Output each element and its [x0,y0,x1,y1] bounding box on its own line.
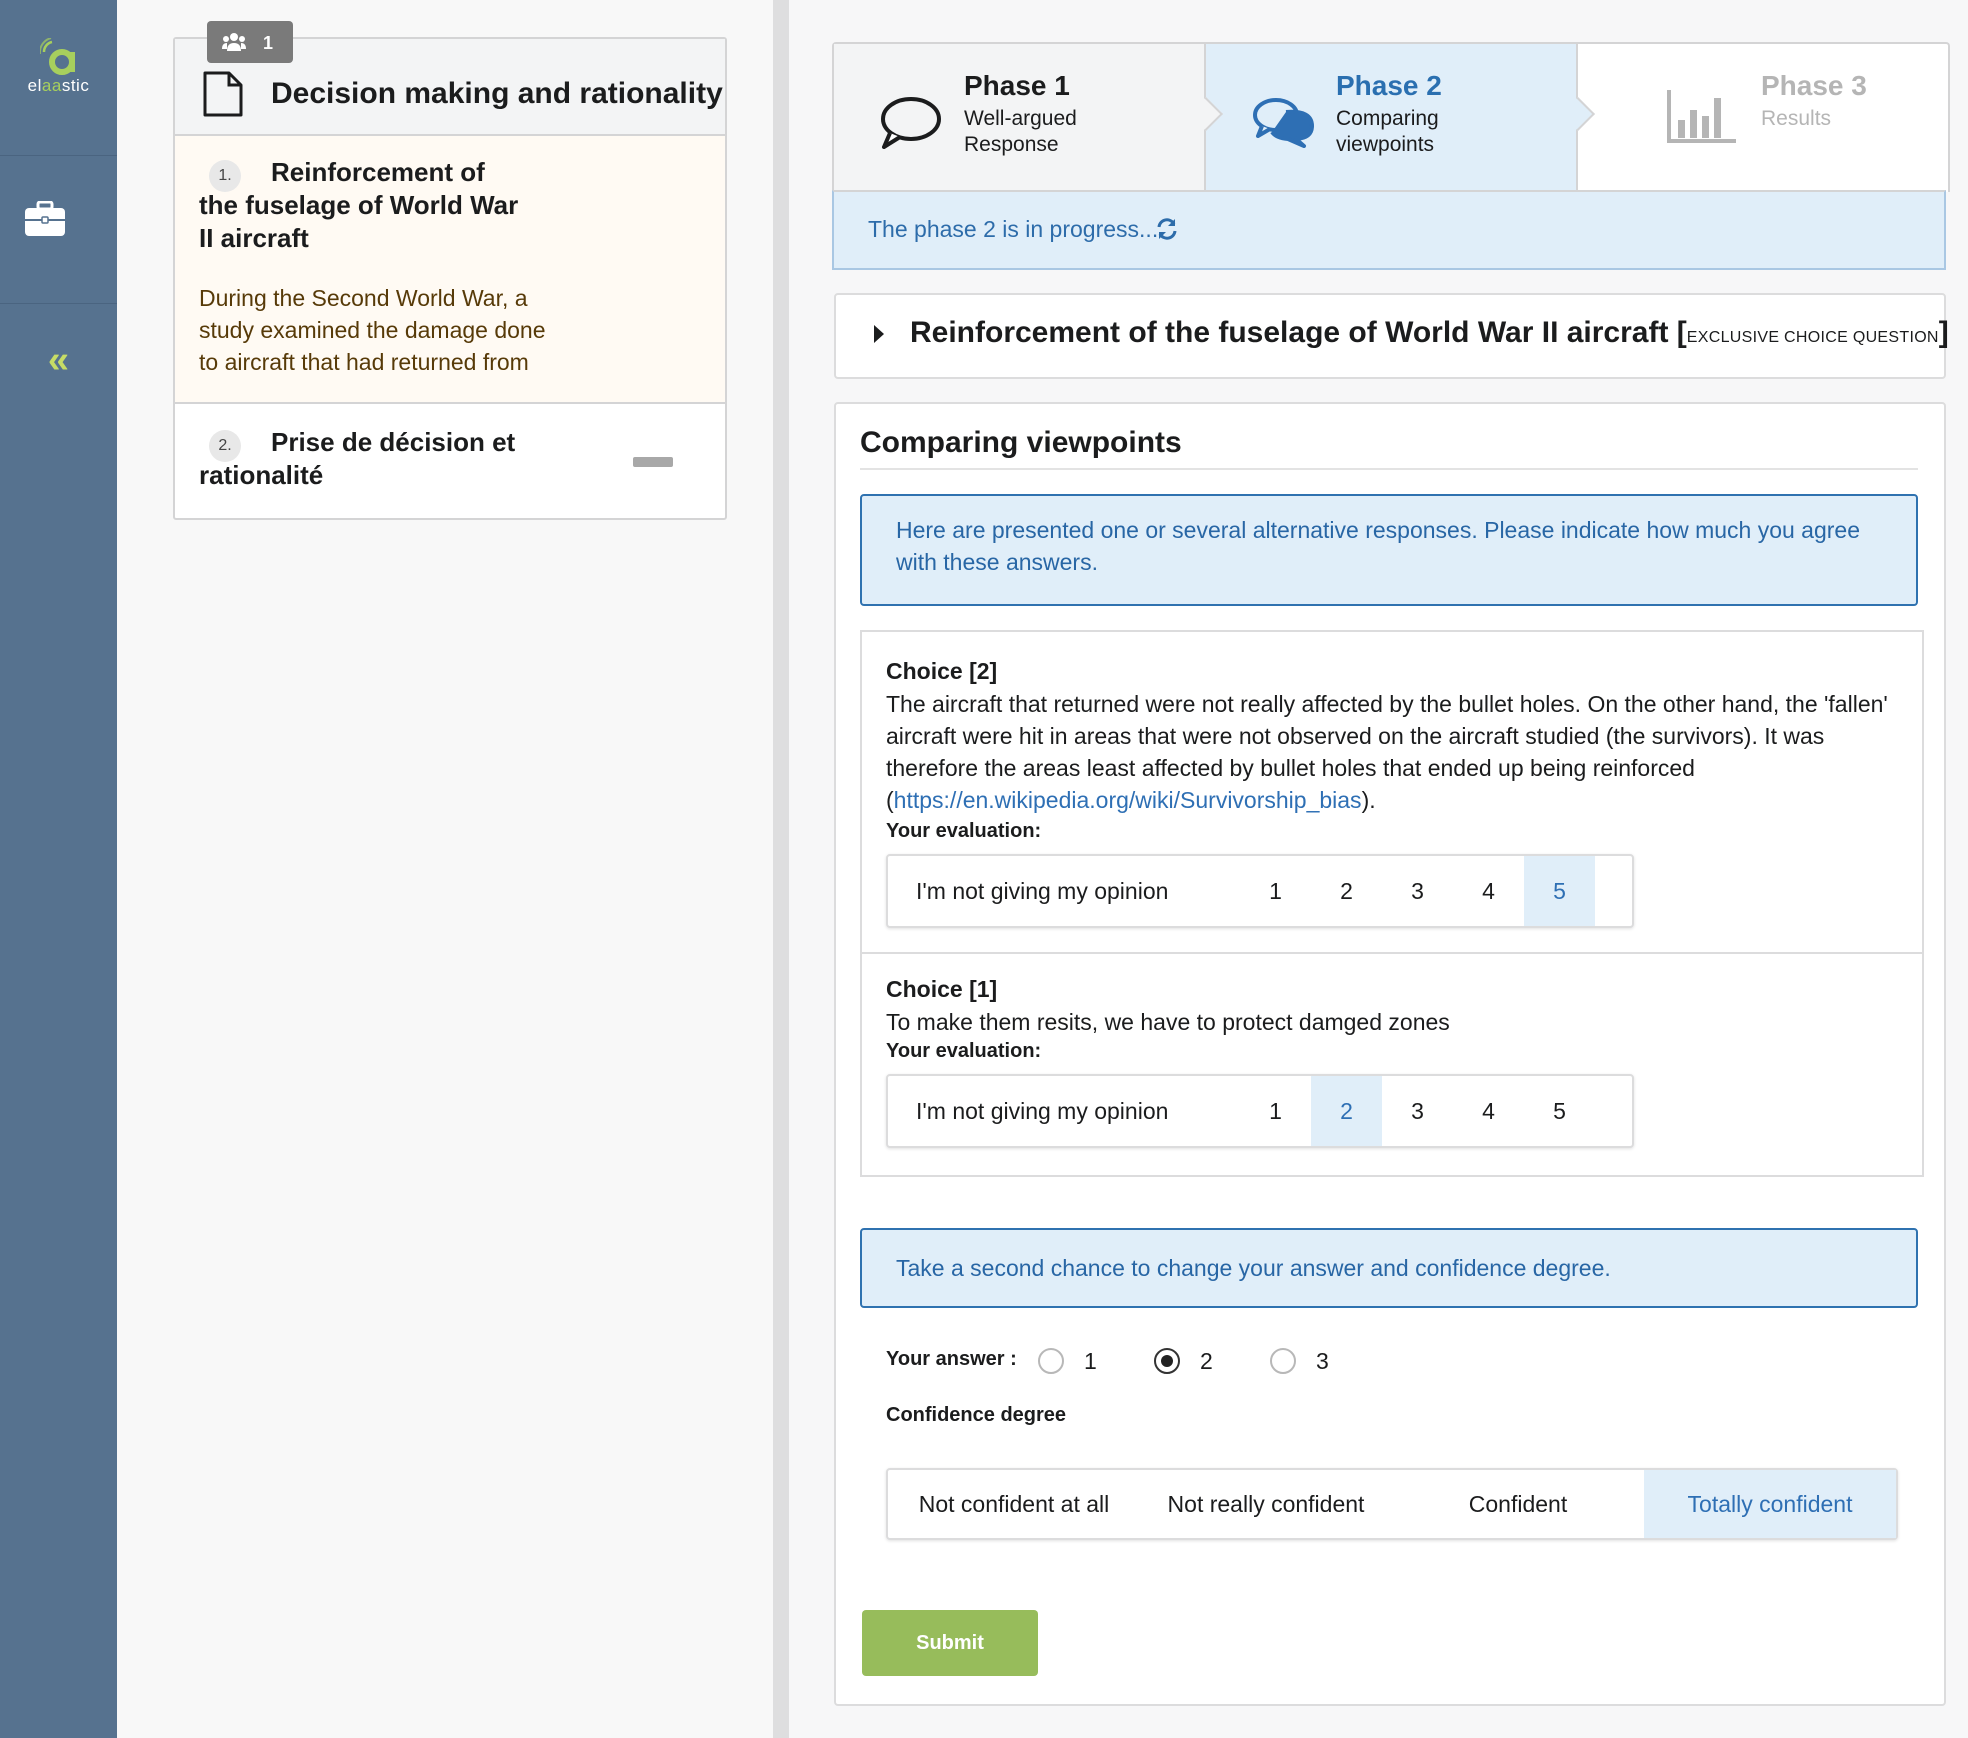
confidence-option[interactable]: Not really confident [1140,1470,1392,1538]
scale-option-no-opinion[interactable]: I'm not giving my opinion [888,1076,1240,1146]
section-divider [860,468,1918,470]
evaluation-scale: I'm not giving my opinion 1 2 3 4 5 [886,854,1634,928]
choice-item: Choice [1] To make them resits, we have … [862,952,1922,1175]
sequence-card: 1 Decision making and rationality 1. Rei… [173,21,727,520]
phase-subtitle: Results [1761,107,1832,130]
scale-option-1[interactable]: 1 [1240,856,1311,926]
sidebar-item-tools[interactable] [0,155,117,304]
users-icon [222,33,246,51]
scale-option-5[interactable]: 5 [1524,856,1595,926]
choice-text: The aircraft that returned were not real… [886,691,1888,813]
choice-item: Choice [2] The aircraft that returned we… [862,632,1922,954]
sequence-item-1[interactable]: 1. Reinforcement of the fuselage of Worl… [175,136,725,404]
question-accordion[interactable]: Reinforcement of the fuselage of World W… [834,293,1949,379]
confidence-option[interactable]: Not confident at all [888,1470,1140,1538]
briefcase-icon [25,201,65,236]
phase-subtitle: Well-argued Response [964,107,1077,156]
evaluation-label: Your evaluation: [886,820,1042,842]
answer-radio-3[interactable] [1270,1348,1296,1374]
second-chance-text: Take a second chance to change your answ… [896,1255,1611,1281]
item-title: Reinforcement of the fuselage of World W… [199,157,519,253]
scale-option-no-opinion[interactable]: I'm not giving my opinion [888,856,1240,926]
evaluation-label: Your evaluation: [886,1040,1042,1062]
wikipedia-link[interactable]: https://en.wikipedia.org/wiki/Survivorsh… [894,787,1362,813]
choice-title: Choice [1] [886,976,998,1002]
confidence-option[interactable]: Confident [1392,1470,1644,1538]
sequence-header: 1 Decision making and rationality [175,21,725,136]
evaluation-scale: I'm not giving my opinion 1 2 3 4 5 [886,1074,1634,1148]
sequence-item-2[interactable]: 2. Prise de décision et rationalité [175,404,725,518]
answer-radio-label: 1 [1084,1348,1097,1374]
answer-radio-label: 3 [1316,1348,1329,1374]
chat-bubbles-icon [1253,98,1314,148]
phase-title: Phase 2 [1336,70,1442,101]
item-description: During the Second World War, a study exa… [199,285,546,375]
answer-radio-label: 2 [1200,1348,1213,1374]
phase-step-2[interactable]: Phase 2 Comparing viewpoints [1206,44,1595,192]
document-icon [203,71,243,117]
choice-text: To make them resits, we have to protect … [886,1009,1450,1035]
scale-option-4[interactable]: 4 [1453,856,1524,926]
instructions-text: Here are presented one or several altern… [896,517,1861,575]
logo-text: elaastic [27,76,90,95]
phase-steps: Phase 1 Well-argued Response Phase 2 Com… [832,42,1950,192]
confidence-option-selected[interactable]: Totally confident [1644,1470,1896,1538]
section-title: Comparing viewpoints [860,426,1182,459]
scale-option-3[interactable]: 3 [1382,1076,1453,1146]
phase-status-banner: The phase 2 is in progress... [832,190,1946,270]
item-title: Prise de décision et rationalité [199,427,516,490]
caret-right-icon[interactable] [874,325,884,343]
confidence-label: Confidence degree [886,1404,1067,1426]
learners-badge: 1 [207,21,293,63]
logo[interactable]: elaastic [0,0,117,156]
logo-mark-icon [40,38,75,75]
answer-radio-2[interactable] [1154,1348,1180,1374]
sequence-title: Decision making and rationality [271,77,723,110]
double-chevron-left-icon[interactable]: « [0,340,117,380]
phase-title: Phase 1 [964,70,1070,101]
phase-step-1[interactable]: Phase 1 Well-argued Response [834,44,1223,192]
instructions-box: Here are presented one or several altern… [860,494,1918,606]
answer-radio-1[interactable] [1038,1348,1064,1374]
phase-step-3[interactable]: Phase 3 Results [1578,44,1948,192]
scale-option-4[interactable]: 4 [1453,1076,1524,1146]
scale-option-1[interactable]: 1 [1240,1076,1311,1146]
app-rail: elaastic « [0,0,117,1738]
scale-option-2[interactable]: 2 [1311,856,1382,926]
choice-title: Choice [2] [886,658,998,684]
second-chance-box: Take a second chance to change your answ… [860,1228,1918,1308]
panel-divider[interactable] [773,0,789,1738]
choices-list: Choice [2] The aircraft that returned we… [860,630,1924,1177]
answer-label: Your answer : [886,1348,1017,1370]
submit-button[interactable]: Submit [862,1610,1038,1676]
scale-option-2[interactable]: 2 [1311,1076,1382,1146]
refresh-icon[interactable] [1156,218,1178,240]
learners-count: 1 [263,33,274,53]
confidence-scale: Not confident at all Not really confiden… [886,1468,1898,1540]
bar-chart-icon [1667,90,1736,143]
scale-option-3[interactable]: 3 [1382,856,1453,926]
question-type: EXCLUSIVE CHOICE QUESTION [1686,329,1939,346]
phase-status-text: The phase 2 is in progress... [868,216,1159,242]
question-title: Reinforcement of the fuselage of World W… [910,316,1949,349]
speech-bubble-icon [881,97,941,149]
phase-subtitle: Comparing viewpoints [1336,107,1439,156]
scale-option-5[interactable]: 5 [1524,1076,1595,1146]
comparing-viewpoints-card: Comparing viewpoints Here are presented … [834,402,1946,1706]
phase-title: Phase 3 [1761,70,1867,101]
collapse-dash-button[interactable] [633,457,673,467]
